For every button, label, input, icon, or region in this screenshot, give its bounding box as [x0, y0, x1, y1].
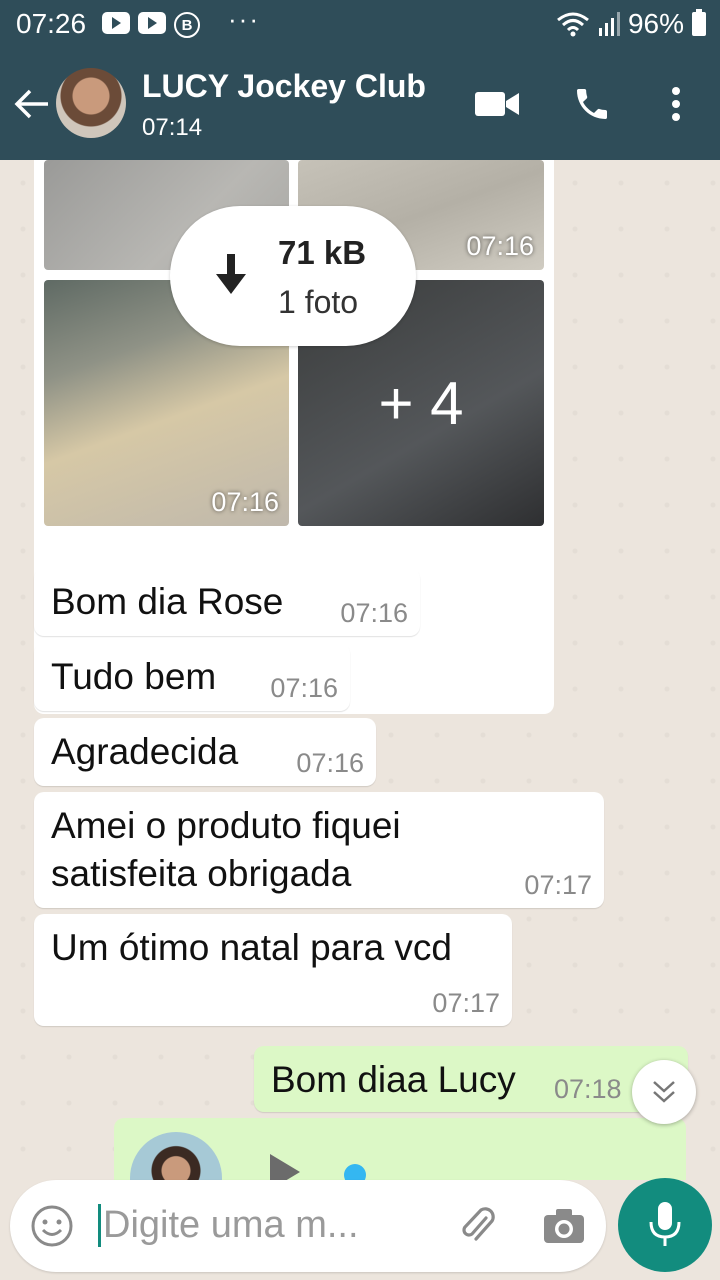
message-text: Bom dia Rose — [51, 581, 284, 622]
message-time: 07:17 — [524, 870, 592, 900]
message-time: 07:17 — [432, 988, 500, 1018]
microphone-icon — [649, 1202, 681, 1246]
status-bar: 07:26 B ··· 96% — [0, 0, 720, 48]
download-size: 71 kB — [278, 234, 367, 271]
camera-icon[interactable] — [540, 1202, 588, 1250]
message-composer[interactable]: Digite uma m... — [10, 1180, 606, 1272]
incoming-message[interactable]: Bom dia Rose 07:16 — [34, 568, 420, 636]
scroll-to-bottom-button[interactable] — [632, 1060, 696, 1124]
video-call-icon[interactable] — [474, 84, 520, 124]
battery-icon — [692, 9, 706, 36]
photo-time: 07:16 — [211, 487, 279, 517]
message-text: Bom diaa Lucy — [271, 1059, 516, 1100]
emoji-icon[interactable] — [28, 1202, 76, 1250]
youtube-icon — [102, 12, 130, 34]
youtube-icon — [138, 12, 166, 34]
contact-avatar[interactable] — [56, 68, 126, 138]
status-time: 07:26 — [16, 8, 87, 39]
message-text: Agradecida — [51, 731, 239, 772]
play-icon[interactable] — [270, 1154, 300, 1180]
incoming-message[interactable]: Tudo bem 07:16 — [34, 643, 350, 711]
chat-area[interactable]: 07:16 07:16 + 4 71 kB 1 foto Bom dia Ros… — [0, 160, 720, 1180]
message-text: Tudo bem — [51, 656, 217, 697]
download-count: 1 foto — [278, 284, 359, 320]
sender-avatar — [130, 1132, 222, 1180]
back-arrow-icon[interactable] — [12, 84, 52, 124]
signal-icon — [598, 12, 620, 36]
voice-record-button[interactable] — [618, 1178, 712, 1272]
download-button[interactable]: 71 kB 1 foto — [170, 206, 416, 346]
message-time: 07:16 — [270, 673, 338, 703]
photo-time: 07:16 — [466, 231, 534, 261]
message-time: 07:16 — [340, 598, 408, 628]
message-time: 07:16 — [296, 748, 364, 778]
notification-icons: B — [102, 12, 200, 38]
download-icon — [216, 254, 246, 294]
more-notifications-icon: ··· — [228, 4, 260, 34]
outgoing-voice-message[interactable] — [114, 1118, 686, 1180]
incoming-message[interactable]: Agradecida 07:16 — [34, 718, 376, 786]
b-circle-icon: B — [174, 12, 200, 38]
overflow-menu-icon[interactable] — [664, 84, 688, 124]
phone-call-icon[interactable] — [570, 82, 614, 126]
battery-percent: 96% — [627, 8, 684, 39]
wifi-icon — [557, 12, 589, 37]
outgoing-message[interactable]: Bom diaa Lucy 07:18 — [254, 1046, 688, 1112]
incoming-message[interactable]: Um ótimo natal para vcd 07:17 — [34, 914, 512, 1026]
message-text: Um ótimo natal para vcd — [51, 927, 453, 968]
incoming-message[interactable]: Amei o produto fiquei satisfeita obrigad… — [34, 792, 604, 908]
message-input[interactable]: Digite uma m... — [98, 1204, 359, 1247]
double-chevron-down-icon — [653, 1081, 675, 1103]
contact-name[interactable]: LUCY Jockey Club — [142, 68, 426, 105]
message-time: 07:18 — [554, 1074, 622, 1104]
last-seen: 07:14 — [142, 114, 203, 141]
audio-progress-dot[interactable] — [344, 1164, 366, 1180]
message-text: Amei o produto fiquei satisfeita obrigad… — [51, 805, 401, 894]
attach-icon[interactable] — [454, 1202, 502, 1250]
chat-header: LUCY Jockey Club 07:14 — [0, 48, 720, 160]
